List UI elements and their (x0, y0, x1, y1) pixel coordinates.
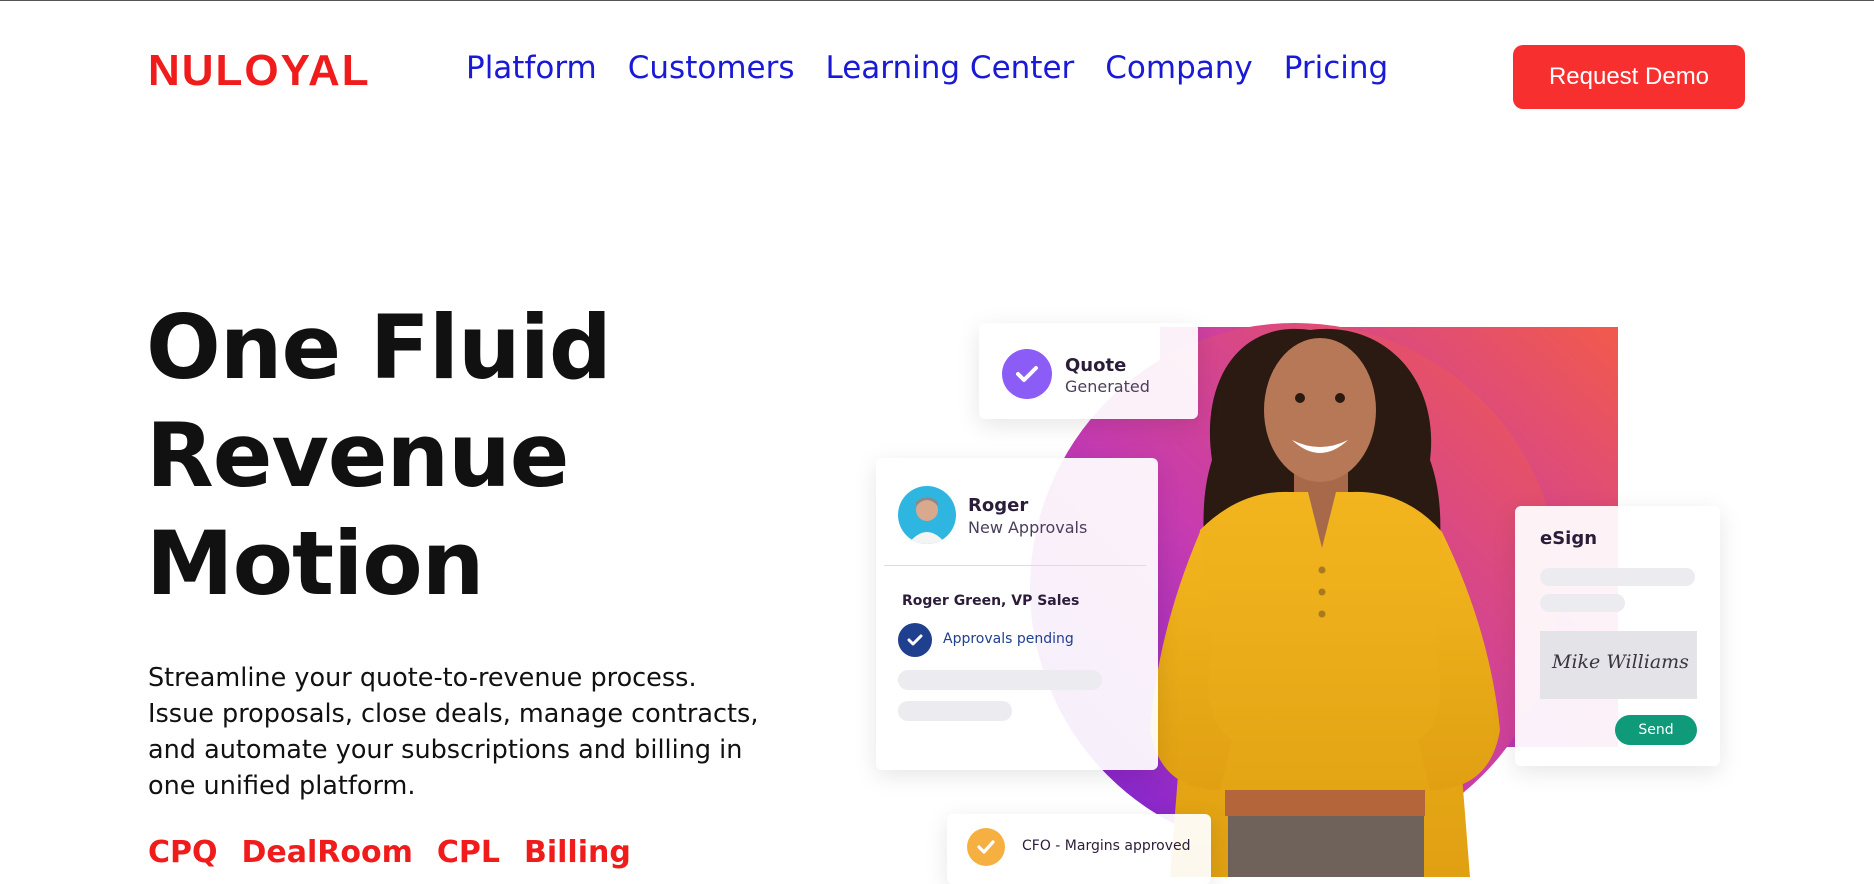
top-border-line (0, 0, 1874, 1)
headline-line-3: Motion (146, 512, 484, 615)
product-links: CPQ DealRoom CPL Billing (148, 835, 631, 870)
headline-line-1: One Fluid (146, 296, 612, 399)
user-avatar (898, 486, 956, 544)
esign-title: eSign (1540, 528, 1598, 549)
woman-pants (1228, 816, 1424, 877)
product-link-billing[interactable]: Billing (524, 835, 631, 870)
quote-generated-card: Quote Generated (979, 323, 1198, 419)
signature-box: Mike Williams (1540, 631, 1697, 699)
approval-status: Approvals pending (943, 631, 1074, 647)
brand-logo[interactable]: NULOYAL (148, 46, 371, 96)
send-button[interactable]: Send (1615, 715, 1697, 745)
skeleton-line (1540, 568, 1695, 586)
check-circle-icon (898, 623, 932, 657)
quote-card-subtitle: Generated (1065, 377, 1150, 396)
product-link-cpl[interactable]: CPL (437, 835, 500, 870)
card-divider (884, 565, 1146, 566)
product-link-cpq[interactable]: CPQ (148, 835, 218, 870)
skeleton-line (898, 701, 1012, 721)
nav-item-platform[interactable]: Platform (466, 50, 597, 86)
cfo-approval-card: CFO - Margins approved (947, 814, 1211, 884)
approvals-card: Roger New Approvals Roger Green, VP Sale… (876, 458, 1158, 770)
hero-headline: One Fluid Revenue Motion (146, 294, 612, 618)
cfo-card-text: CFO - Margins approved (1022, 838, 1191, 854)
woman-belt (1225, 790, 1425, 816)
signature-text: Mike Williams (1552, 651, 1689, 673)
nav-item-pricing[interactable]: Pricing (1284, 50, 1389, 86)
check-circle-icon (1002, 349, 1052, 399)
quote-card-title: Quote (1065, 355, 1127, 376)
approver-person: Roger Green, VP Sales (902, 593, 1080, 609)
hero-description: Streamline your quote-to-revenue process… (148, 663, 759, 801)
hero-illustration: Quote Generated Roger New Approvals Roge… (840, 270, 1740, 884)
request-demo-button[interactable]: Request Demo (1513, 45, 1745, 109)
nav-item-learning-center[interactable]: Learning Center (825, 50, 1074, 86)
nav-item-company[interactable]: Company (1105, 50, 1252, 86)
woman-face (1264, 338, 1376, 482)
approver-name: Roger (968, 495, 1029, 516)
nav-item-customers[interactable]: Customers (628, 50, 795, 86)
skeleton-line (898, 670, 1102, 690)
product-link-dealroom[interactable]: DealRoom (242, 835, 413, 870)
approver-subtitle: New Approvals (968, 518, 1088, 537)
check-circle-icon (967, 828, 1005, 866)
esign-card: eSign Mike Williams Send (1515, 506, 1720, 766)
headline-line-2: Revenue (146, 404, 569, 507)
main-nav: Platform Customers Learning Center Compa… (466, 50, 1388, 86)
skeleton-line (1540, 594, 1625, 612)
